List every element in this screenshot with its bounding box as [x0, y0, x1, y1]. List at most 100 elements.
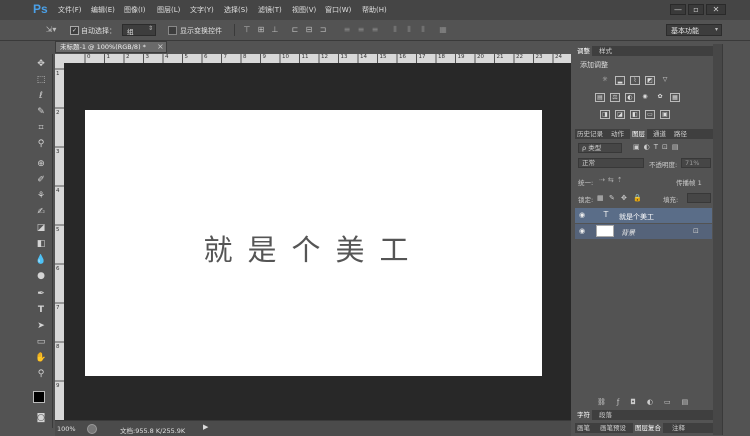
color-balance-icon[interactable]: ⚖ [610, 93, 620, 102]
brush-icon[interactable]: ✐ [33, 174, 49, 187]
gradient-icon[interactable]: ◧ [33, 238, 49, 251]
move-icon[interactable]: ✥ [33, 58, 49, 71]
eraser-icon[interactable]: ◪ [33, 222, 49, 235]
menu-select[interactable]: 选择(S) [224, 5, 248, 15]
distribute-right-icon[interactable]: ⦀ [418, 25, 428, 35]
tab-layer-comps[interactable]: 图层复合 [633, 423, 663, 433]
type-icon[interactable]: T [33, 304, 49, 317]
layer-filter-icons[interactable]: ▣◐T⊡▤ [633, 143, 713, 153]
lock-pixels-icon[interactable]: ✎ [609, 194, 617, 202]
tab-brush-presets[interactable]: 画笔预设 [598, 423, 628, 433]
channel-mixer-icon[interactable]: ✿ [655, 93, 665, 102]
layer-name[interactable]: 背景 [621, 228, 635, 238]
show-transform-checkbox[interactable] [168, 26, 177, 35]
menu-filter[interactable]: 滤镜(T) [258, 5, 282, 15]
distribute-bottom-icon[interactable]: ≡ [370, 25, 380, 35]
minimize-button[interactable]: — [670, 4, 686, 15]
tab-adjust[interactable]: 调整 [575, 46, 592, 56]
crop-icon[interactable]: ⌗ [33, 122, 49, 135]
fill-input[interactable] [687, 193, 711, 203]
tab-channels[interactable]: 通道 [651, 129, 668, 139]
distribute-left-icon[interactable]: ⦀ [390, 25, 400, 35]
document-tab[interactable]: 未标题-1 @ 100%(RGB/8) * [55, 41, 167, 53]
tab-character[interactable]: 字符 [575, 410, 592, 420]
auto-select-checkbox[interactable]: ✓ [70, 26, 79, 35]
black-white-icon[interactable]: ◐ [625, 93, 635, 102]
panel-scrollbar[interactable] [713, 44, 722, 435]
auto-align-icon[interactable]: ▦ [438, 25, 448, 35]
blend-mode-dropdown[interactable]: 正常 [578, 158, 644, 168]
zoom-level[interactable]: 100% [57, 425, 76, 433]
color-lookup-icon[interactable]: ▦ [670, 93, 680, 102]
layer-row-text[interactable]: ◉ T 就是个美工 [575, 208, 712, 223]
curves-icon[interactable]: ⌇ [630, 76, 640, 85]
lock-transparent-icon[interactable]: ▦ [597, 194, 605, 202]
marquee-icon[interactable]: ⬚ [33, 74, 49, 87]
close-button[interactable]: ✕ [706, 4, 726, 15]
play-arrow-icon[interactable]: ▶ [203, 423, 208, 431]
quick-select-icon[interactable]: ✎ [33, 106, 49, 119]
lock-all-icon[interactable]: 🔒 [633, 194, 642, 202]
tab-notes[interactable]: 注释 [670, 423, 687, 433]
distribute-top-icon[interactable]: ≡ [342, 25, 352, 35]
layer-filter-dropdown[interactable]: ρ 类型 [578, 143, 622, 153]
eye-icon[interactable]: ◉ [579, 211, 585, 219]
quick-mask-icon[interactable]: ◙ [33, 412, 49, 425]
pen-icon[interactable]: ✒ [33, 288, 49, 301]
tab-layers[interactable]: 图层 [630, 129, 647, 139]
photo-filter-icon[interactable]: ◉ [640, 93, 650, 102]
unify-icons[interactable]: ⇢⇆⇡ [599, 176, 626, 184]
menu-image[interactable]: 图像(I) [124, 5, 146, 15]
eye-icon[interactable]: ◉ [579, 227, 585, 235]
close-tab-icon[interactable]: × [157, 41, 164, 52]
threshold-icon[interactable]: ◧ [630, 110, 640, 119]
blur-icon[interactable]: 💧 [33, 254, 49, 267]
zoom-icon[interactable]: ⚲ [33, 368, 49, 381]
menu-edit[interactable]: 编辑(E) [91, 5, 115, 15]
path-select-icon[interactable]: ➤ [33, 320, 49, 333]
menu-view[interactable]: 视图(V) [292, 5, 316, 15]
tab-paragraph[interactable]: 段落 [597, 410, 614, 420]
stamp-icon[interactable]: ⚘ [33, 190, 49, 203]
move-tool-preset-icon[interactable]: ⇲▾ [40, 25, 62, 35]
levels-icon[interactable]: ▂ [615, 76, 625, 85]
align-hcenter-icon[interactable]: ⊟ [304, 25, 314, 35]
align-bottom-icon[interactable]: ⊥ [270, 25, 280, 35]
workspace-switcher[interactable]: 基本功能 ▾ [666, 24, 722, 36]
dodge-icon[interactable]: ● [33, 270, 49, 283]
selective-color-icon[interactable]: ▣ [660, 110, 670, 119]
lasso-icon[interactable]: ℓ [33, 90, 49, 103]
menu-type[interactable]: 文字(Y) [190, 5, 214, 15]
restore-button[interactable]: ▫ [688, 4, 704, 15]
tab-styles[interactable]: 样式 [597, 46, 614, 56]
shape-icon[interactable]: ▭ [33, 336, 49, 349]
hand-icon[interactable]: ✋ [33, 352, 49, 365]
tab-brush[interactable]: 画笔 [575, 423, 592, 433]
vibrance-icon[interactable]: ▽ [660, 76, 670, 85]
align-vcenter-icon[interactable]: ⊞ [256, 25, 266, 35]
menu-help[interactable]: 帮助(H) [362, 5, 387, 15]
distribute-hcenter-icon[interactable]: ⦀ [404, 25, 414, 35]
layer-name[interactable]: 就是个美工 [619, 212, 654, 222]
foreground-color-swatch[interactable] [33, 391, 45, 403]
eyedropper-icon[interactable]: ⚲ [33, 138, 49, 151]
canvas-text-layer[interactable]: 就是个美工 [85, 227, 542, 269]
opacity-input[interactable]: 71% [681, 158, 711, 168]
exposure-icon[interactable]: ◩ [645, 76, 655, 85]
align-top-icon[interactable]: ⊤ [242, 25, 252, 35]
menu-layer[interactable]: 图层(L) [157, 5, 180, 15]
brightness-icon[interactable]: ☼ [600, 76, 610, 85]
auto-select-dropdown[interactable]: 组 ⇕ [122, 24, 156, 36]
menu-file[interactable]: 文件(F) [58, 5, 82, 15]
hue-sat-icon[interactable]: ▤ [595, 93, 605, 102]
tab-history[interactable]: 历史记录 [575, 129, 605, 139]
tab-paths[interactable]: 路径 [672, 129, 689, 139]
document-canvas[interactable]: 就是个美工 [85, 110, 542, 376]
lock-position-icon[interactable]: ✥ [621, 194, 629, 202]
align-left-icon[interactable]: ⊏ [290, 25, 300, 35]
distribute-vcenter-icon[interactable]: ≡ [356, 25, 366, 35]
posterize-icon[interactable]: ◪ [615, 110, 625, 119]
tab-actions[interactable]: 动作 [609, 129, 626, 139]
propagate-label[interactable]: 传播帧 1 [676, 177, 702, 187]
layer-footer-icons[interactable]: ⛓ƒ◘◐▭▤🗑 [575, 396, 712, 418]
